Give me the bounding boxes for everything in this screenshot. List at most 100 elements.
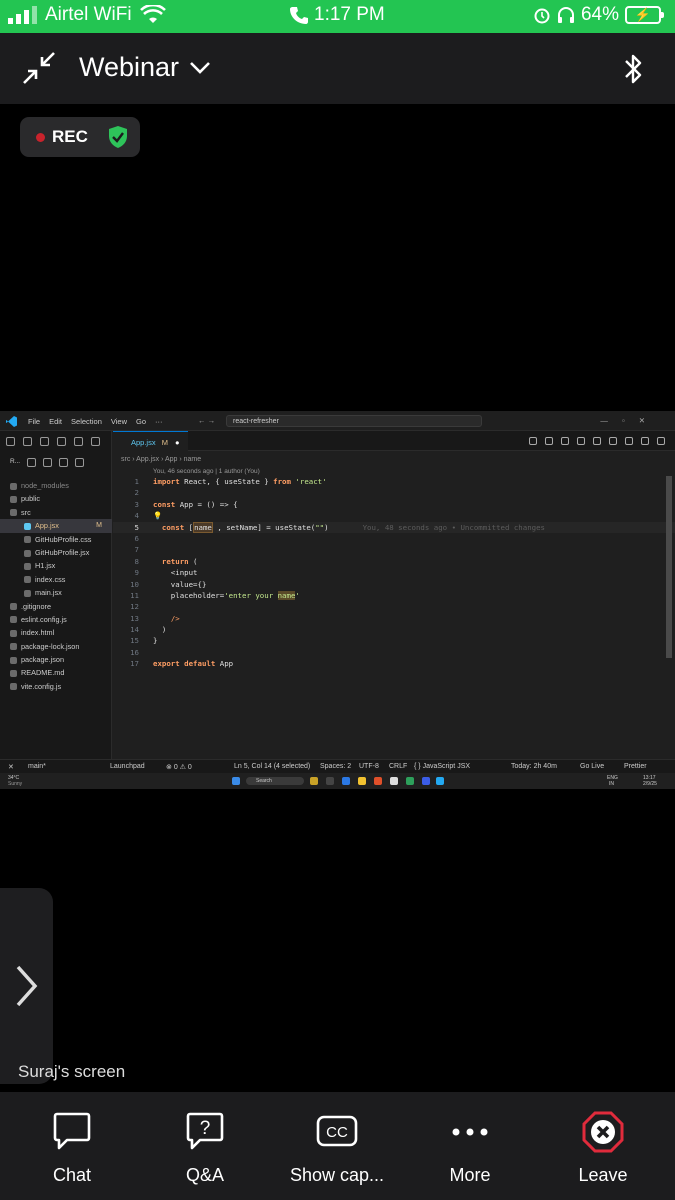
- clock-time: 1:17 PM: [314, 4, 385, 25]
- svg-text:?: ?: [200, 1118, 211, 1139]
- meeting-title: Webinar: [79, 52, 180, 82]
- menu-selection: Selection: [71, 417, 102, 426]
- leave-icon: [582, 1111, 624, 1153]
- file-tree-label: public: [21, 494, 41, 504]
- code-line: 6: [134, 533, 139, 543]
- file-tree-item: index.css: [0, 573, 112, 586]
- meeting-title-dropdown[interactable]: Webinar: [79, 52, 211, 83]
- file-tree-label: .gitignore: [21, 601, 52, 611]
- breadcrumb: src › App.jsx › App › name: [121, 456, 202, 463]
- file-tree-item: H1.jsx: [0, 559, 112, 572]
- file-icon: [24, 522, 31, 530]
- code-line: 3 const App = () => {: [134, 499, 238, 509]
- file-icon: [10, 509, 17, 517]
- file-tree-item: README.md: [0, 666, 112, 679]
- status-bar: Airtel WiFi 1:17 PM 64% ⚡: [0, 0, 675, 33]
- file-tree-item: App.jsx M: [0, 519, 112, 533]
- bluetooth-icon[interactable]: [621, 51, 647, 87]
- recording-badge[interactable]: REC: [20, 117, 140, 157]
- code-area: 1 import React, { useState } from 'react'…: [113, 476, 675, 670]
- menu-more: ···: [155, 417, 163, 426]
- code-line: 9 <input: [134, 568, 198, 578]
- file-tree-label: H1.jsx: [35, 561, 56, 571]
- language-label: { } JavaScript JSX: [414, 763, 471, 770]
- code-line: 15}: [130, 636, 158, 646]
- minimize-icon[interactable]: [22, 51, 56, 85]
- vscode-explorer: R... node_modules public src App.jsx M GitHub…: [0, 431, 112, 766]
- prettier-label: Prettier: [624, 763, 647, 770]
- taskbar-app-icon: [342, 777, 350, 785]
- taskbar-date: 2/9/25: [643, 781, 657, 787]
- chevron-right-icon: [16, 965, 38, 1007]
- battery-charging-icon: ⚡: [625, 6, 664, 24]
- carrier-name: Airtel WiFi: [45, 4, 132, 25]
- code-line: 11 placeholder='enter your name': [130, 590, 300, 600]
- chat-label: Chat: [52, 1165, 92, 1185]
- file-icon: [24, 536, 31, 544]
- more-label: More: [449, 1165, 491, 1185]
- code-line: 1 import React, { useState } from 'react': [134, 477, 327, 486]
- indent-label: Spaces: 2: [320, 763, 352, 770]
- show-captions-button[interactable]: CC: [272, 1111, 402, 1151]
- file-tree-item: vite.config.js: [0, 680, 112, 693]
- file-tree-item: package.json: [0, 653, 112, 666]
- taskbar-vscode-icon: [436, 777, 444, 785]
- file-icon: [10, 656, 17, 664]
- launchpad-label: Launchpad: [110, 763, 145, 770]
- windows-start-icon: [232, 777, 240, 785]
- taskbar-app-icon: [310, 777, 318, 785]
- file-tree-item: public: [0, 492, 112, 505]
- file-status-badge: M: [96, 522, 102, 530]
- sidebar-toolbar: [6, 437, 100, 446]
- signal-bars-icon: [8, 6, 37, 24]
- file-tree-label: eslint.config.js: [21, 614, 67, 624]
- qa-button[interactable]: ?: [140, 1111, 270, 1151]
- time-group: 1:17 PM: [290, 4, 385, 26]
- vscode-logo-icon: [6, 416, 17, 427]
- code-line: 10 value={}: [130, 579, 207, 589]
- code-line: 13 />: [130, 613, 180, 623]
- next-page-tab[interactable]: [0, 888, 53, 1084]
- code-line: 7: [134, 545, 139, 555]
- carrier-group: Airtel WiFi: [8, 4, 166, 26]
- leave-button[interactable]: [538, 1111, 668, 1153]
- file-icon: [24, 576, 31, 584]
- file-tree-item: GitHubProfile.jsx: [0, 546, 112, 559]
- code-line: 12: [130, 602, 139, 612]
- file-tree-label: vite.config.js: [21, 681, 62, 691]
- vscode-menu: File Edit Selection View Go ···: [28, 417, 163, 426]
- alarm-icon: [534, 8, 550, 24]
- leave-label: Leave: [578, 1165, 628, 1185]
- windows-taskbar: 34°C Sunny Search ENG IN 13:17 2/9/25: [0, 773, 675, 789]
- file-tree-item: .gitignore: [0, 600, 112, 613]
- question-answer-icon: ?: [186, 1112, 224, 1150]
- encoding-label: UTF-8: [359, 763, 379, 770]
- language-sub: IN: [609, 781, 614, 787]
- taskbar-app-icon: [358, 777, 366, 785]
- more-button[interactable]: [405, 1111, 535, 1151]
- file-tree: node_modules public src App.jsx M GitHubProfi…: [0, 479, 112, 693]
- shared-screen[interactable]: File Edit Selection View Go ··· ← → reac…: [0, 411, 675, 789]
- headphones-icon: [557, 7, 574, 23]
- menu-edit: Edit: [49, 417, 63, 426]
- code-line: 14 ): [130, 625, 167, 635]
- weather-sub: Sunny: [8, 781, 23, 787]
- chat-button[interactable]: [7, 1111, 137, 1151]
- taskbar-app-icon: [422, 777, 430, 785]
- taskbar-app-icon: [326, 777, 334, 785]
- editor-scrollbar: [666, 476, 672, 658]
- file-tree-item: node_modules: [0, 479, 112, 492]
- taskbar-search: Search: [246, 777, 304, 785]
- file-icon: [10, 643, 17, 651]
- taskbar-app-icon: [406, 777, 414, 785]
- chevron-down-icon: [190, 61, 210, 74]
- phone-icon: [290, 7, 308, 24]
- file-tree-item: eslint.config.js: [0, 613, 112, 626]
- more-dots-icon: [452, 1128, 488, 1136]
- file-tree-label: index.html: [21, 628, 55, 638]
- vscode-statusbar: ✕ main* Launchpad ⊗ 0 ⚠ 0 Ln 5, Col 14 (…: [0, 759, 675, 773]
- code-line: 8 return (: [134, 556, 198, 566]
- battery-percent: 64%: [580, 4, 619, 25]
- file-icon: [10, 616, 17, 624]
- editor-tab: App.jsx M ●: [113, 431, 188, 451]
